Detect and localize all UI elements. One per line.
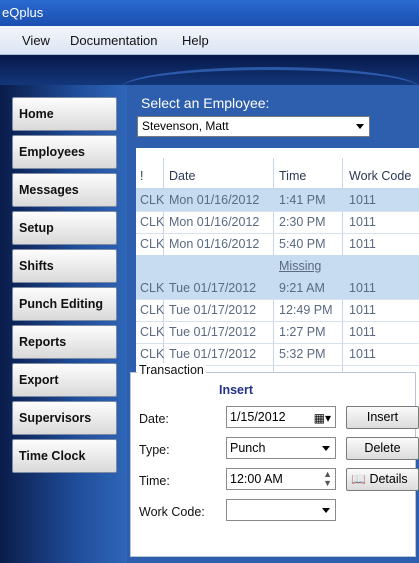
menu-documentation[interactable]: Documentation [70,33,157,48]
menu-bar: View Documentation Help [0,26,419,55]
chevron-down-icon [356,124,364,129]
details-button-label: Details [369,472,408,486]
cell-work-code: 1011 [349,325,376,339]
transaction-mode: Insert [219,383,254,397]
cell-work-code: 1011 [349,215,376,229]
cell-time[interactable]: Missing [279,259,321,273]
spinner-icon[interactable]: ▲ ▼ [323,470,332,488]
chevron-down-icon [322,508,330,513]
cell-date: Tue 01/17/2012 [169,281,257,295]
cell-type: CLK [140,193,165,207]
nav-employees-button[interactable]: Employees [12,135,117,169]
nav-supervisors-button[interactable]: Supervisors [12,401,117,435]
menu-view[interactable]: View [22,33,50,48]
employee-select[interactable]: Stevenson, Matt [137,116,370,137]
book-icon: 📖 [351,472,366,486]
nav-time-clock-button[interactable]: Time Clock [12,439,117,473]
cell-time: 5:40 PM [279,237,326,251]
cell-type: CLK [140,237,165,251]
cell-work-code: 1011 [349,303,376,317]
table-row[interactable]: CLK Mon 01/16/2012 2:30 PM 1011 [136,211,419,234]
nav-reports-button[interactable]: Reports [12,325,117,359]
nav-messages-button[interactable]: Messages [12,173,117,207]
grid-header: ! Date Time Work Code [136,158,419,189]
type-label: Type: [139,443,170,457]
grid-header-date[interactable]: Date [169,169,195,183]
cell-date: Mon 01/16/2012 [169,237,260,251]
cell-time: 5:32 PM [279,347,326,361]
main-panel: Select an Employee: Stevenson, Matt ! Da… [127,85,419,563]
title-bar: eQplus [0,0,419,26]
type-select[interactable]: Punch [226,437,336,459]
transaction-group [130,372,416,557]
cell-time: 9:21 AM [279,281,325,295]
delete-button[interactable]: Delete [346,437,419,460]
cell-date: Tue 01/17/2012 [169,325,257,339]
nav-shifts-button[interactable]: Shifts [12,249,117,283]
calendar-icon[interactable]: ▦▾ [314,408,331,428]
table-row[interactable]: Missing [136,255,419,278]
employee-select-value: Stevenson, Matt [142,119,229,133]
type-value: Punch [230,441,266,455]
table-row[interactable]: CLK Mon 01/16/2012 1:41 PM 1011 [136,189,419,212]
work-code-select[interactable] [226,499,336,521]
nav-export-button[interactable]: Export [12,363,117,397]
cell-type: CLK [140,303,165,317]
employee-select-label: Select an Employee: [141,95,270,111]
table-row[interactable]: CLK Tue 01/17/2012 12:49 PM 1011 [136,299,419,322]
nav-panel: Home Employees Messages Setup Shifts Pun… [0,85,127,563]
nav-punch-editing-button[interactable]: Punch Editing [12,287,117,321]
table-row[interactable]: CLK Tue 01/17/2012 1:27 PM 1011 [136,321,419,344]
cell-work-code: 1011 [349,237,376,251]
chevron-down-icon [322,446,330,451]
grid-header-flag[interactable]: ! [140,169,143,183]
cell-time: 1:27 PM [279,325,326,339]
details-button[interactable]: 📖 Details [346,468,419,491]
nav-home-button[interactable]: Home [12,97,117,131]
table-row[interactable]: CLK Mon 01/16/2012 5:40 PM 1011 [136,233,419,256]
date-label: Date: [139,412,169,426]
cell-type: CLK [140,215,165,229]
nav-setup-button[interactable]: Setup [12,211,117,245]
menu-help[interactable]: Help [182,33,209,48]
cell-date: Mon 01/16/2012 [169,193,260,207]
cell-work-code: 1011 [349,281,376,295]
time-value: 12:00 AM [230,472,283,486]
date-picker[interactable]: 1/15/2012 ▦▾ [226,406,336,428]
time-label: Time: [139,474,170,488]
transaction-legend: Transaction [137,363,206,377]
cell-time: 1:41 PM [279,193,326,207]
cell-type: CLK [140,281,165,295]
grid-header-time[interactable]: Time [279,169,306,183]
insert-button[interactable]: Insert [346,406,419,429]
work-code-label: Work Code: [139,505,205,519]
cell-type: CLK [140,325,165,339]
cell-work-code: 1011 [349,347,376,361]
cell-date: Tue 01/17/2012 [169,347,257,361]
header-banner [0,55,419,85]
cell-type: CLK [140,347,165,361]
cell-time: 12:49 PM [279,303,333,317]
date-value: 1/15/2012 [230,410,286,424]
cell-time: 2:30 PM [279,215,326,229]
table-row[interactable]: CLK Tue 01/17/2012 9:21 AM 1011 [136,277,419,300]
grid-header-work-code[interactable]: Work Code [349,169,411,183]
cell-work-code: 1011 [349,193,376,207]
time-input[interactable]: 12:00 AM ▲ ▼ [226,468,336,490]
cell-date: Tue 01/17/2012 [169,303,257,317]
cell-date: Mon 01/16/2012 [169,215,260,229]
window-title: eQplus [2,5,44,20]
